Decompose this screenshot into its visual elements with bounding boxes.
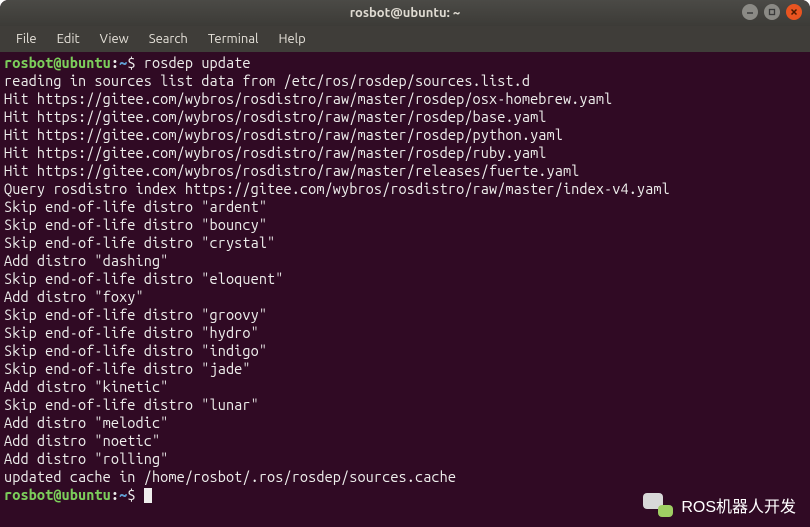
typed-command: rosdep update <box>136 54 251 71</box>
command-line: rosbot@ubuntu:~$ <box>4 486 806 504</box>
output-line: updated cache in /home/rosbot/.ros/rosde… <box>4 468 806 486</box>
output-line: Add distro "foxy" <box>4 288 806 306</box>
output-line: Add distro "rolling" <box>4 450 806 468</box>
minimize-button[interactable] <box>742 4 758 20</box>
shell-prompt: rosbot@ubuntu:~$ <box>4 486 136 503</box>
output-line: Hit https://gitee.com/wybros/rosdistro/r… <box>4 126 806 144</box>
menu-search[interactable]: Search <box>139 29 198 49</box>
menu-file[interactable]: File <box>6 29 47 49</box>
output-line: Add distro "kinetic" <box>4 378 806 396</box>
output-line: Skip end-of-life distro "indigo" <box>4 342 806 360</box>
output-line: Skip end-of-life distro "ardent" <box>4 198 806 216</box>
command-line: rosbot@ubuntu:~$ rosdep update <box>4 54 806 72</box>
shell-prompt: rosbot@ubuntu:~$ <box>4 54 136 71</box>
cursor <box>144 488 152 503</box>
terminal-window: rosbot@ubuntu: ~ File Edit View Search T… <box>0 0 810 527</box>
output-line: Skip end-of-life distro "jade" <box>4 360 806 378</box>
output-line: Skip end-of-life distro "lunar" <box>4 396 806 414</box>
output-line: Hit https://gitee.com/wybros/rosdistro/r… <box>4 162 806 180</box>
output-line: Add distro "noetic" <box>4 432 806 450</box>
maximize-button[interactable] <box>764 4 780 20</box>
output-line: Skip end-of-life distro "hydro" <box>4 324 806 342</box>
output-line: Skip end-of-life distro "eloquent" <box>4 270 806 288</box>
output-line: Query rosdistro index https://gitee.com/… <box>4 180 806 198</box>
output-line: Hit https://gitee.com/wybros/rosdistro/r… <box>4 90 806 108</box>
menu-view[interactable]: View <box>90 29 139 49</box>
output-line: Skip end-of-life distro "groovy" <box>4 306 806 324</box>
close-button[interactable] <box>786 4 802 20</box>
output-line: Hit https://gitee.com/wybros/rosdistro/r… <box>4 144 806 162</box>
window-title: rosbot@ubuntu: ~ <box>350 6 460 20</box>
terminal-output-area[interactable]: rosbot@ubuntu:~$ rosdep updatereading in… <box>0 52 810 527</box>
window-titlebar[interactable]: rosbot@ubuntu: ~ <box>0 0 810 26</box>
window-controls <box>742 4 802 20</box>
output-line: Add distro "dashing" <box>4 252 806 270</box>
menu-bar: File Edit View Search Terminal Help <box>0 26 810 52</box>
output-line: reading in sources list data from /etc/r… <box>4 72 806 90</box>
output-line: Skip end-of-life distro "crystal" <box>4 234 806 252</box>
output-line: Hit https://gitee.com/wybros/rosdistro/r… <box>4 108 806 126</box>
output-line: Add distro "melodic" <box>4 414 806 432</box>
output-line: Skip end-of-life distro "bouncy" <box>4 216 806 234</box>
menu-edit[interactable]: Edit <box>47 29 90 49</box>
menu-terminal[interactable]: Terminal <box>198 29 269 49</box>
menu-help[interactable]: Help <box>268 29 315 49</box>
